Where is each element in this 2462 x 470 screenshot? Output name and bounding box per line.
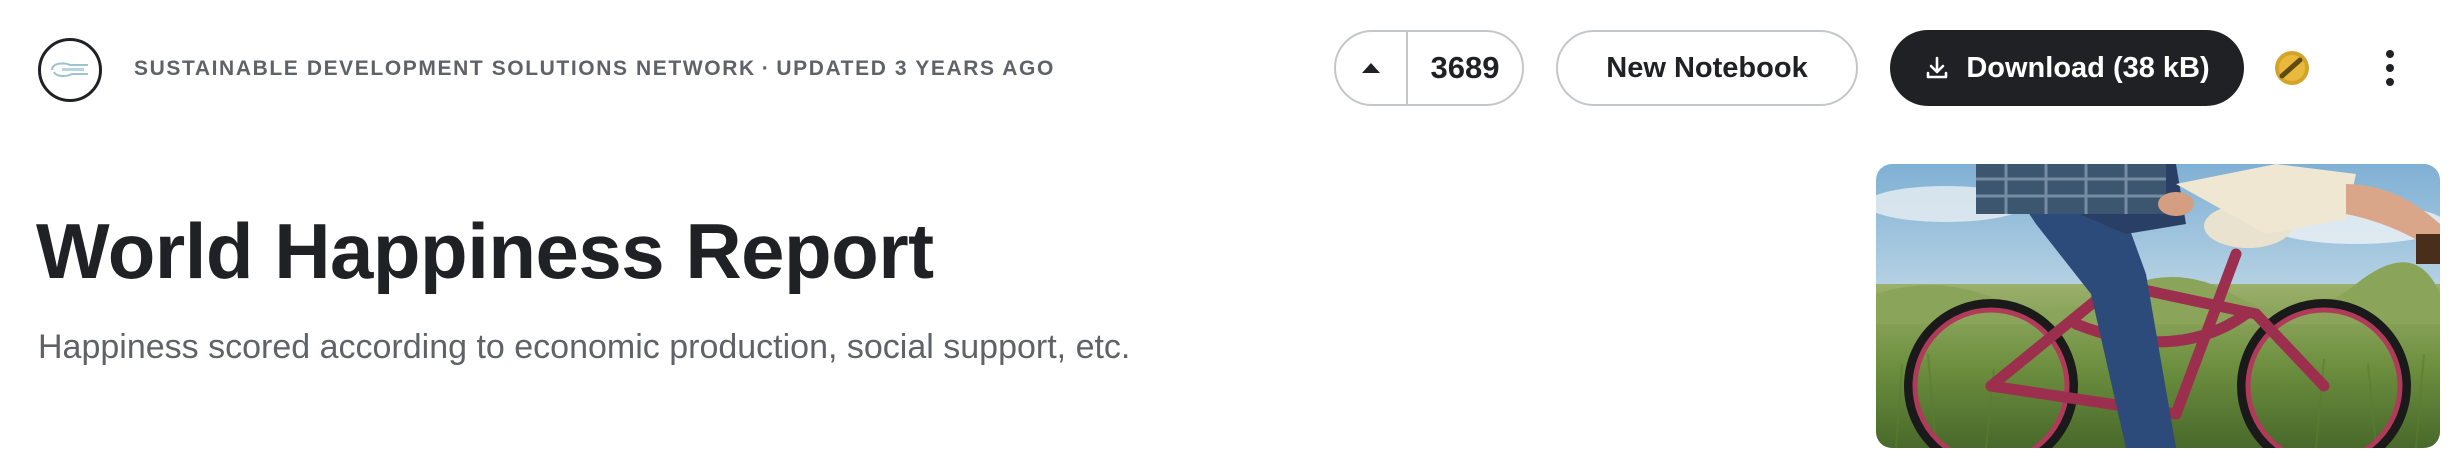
upvote-widget: 3689	[1334, 30, 1524, 106]
new-notebook-label: New Notebook	[1606, 51, 1808, 84]
vote-count[interactable]: 3689	[1408, 32, 1522, 104]
organization-logo-icon	[51, 62, 88, 78]
upvote-button[interactable]	[1336, 32, 1408, 104]
dataset-header: SUSTAINABLE DEVELOPMENT SOLUTIONS NETWOR…	[0, 0, 2462, 140]
more-dot	[2386, 64, 2394, 72]
dataset-title: World Happiness Report	[36, 207, 934, 295]
more-dot	[2386, 78, 2394, 86]
download-icon	[1927, 56, 1948, 79]
download-label: Download (38 kB)	[1966, 51, 2210, 84]
gold-medal-icon[interactable]	[2274, 50, 2310, 86]
dataset-subtitle: Happiness scored according to economic p…	[38, 328, 1131, 366]
more-dot	[2386, 50, 2394, 58]
new-notebook-button[interactable]: New Notebook	[1556, 30, 1858, 106]
updated-text: UPDATED 3 YEARS AGO	[776, 57, 1055, 80]
byline-separator: ·	[761, 57, 771, 80]
dataset-byline: SUSTAINABLE DEVELOPMENT SOLUTIONS NETWOR…	[134, 57, 1055, 81]
organization-avatar[interactable]	[38, 38, 102, 102]
triangle-up-icon	[1362, 63, 1380, 73]
owner-link[interactable]: SUSTAINABLE DEVELOPMENT SOLUTIONS NETWOR…	[134, 57, 756, 80]
more-options-icon[interactable]	[2370, 40, 2410, 96]
dataset-cover-image	[1876, 164, 2440, 448]
download-button[interactable]: Download (38 kB)	[1890, 30, 2244, 106]
